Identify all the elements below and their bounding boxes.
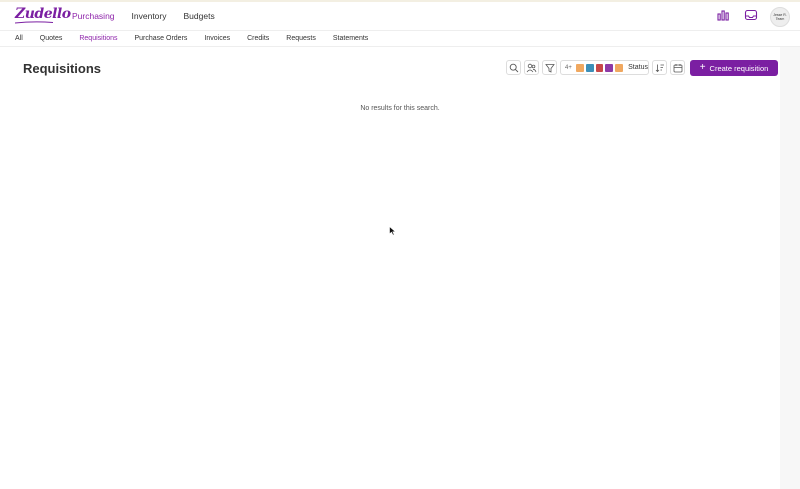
tab-all[interactable]: All [15,35,23,42]
create-requisition-button[interactable]: + Create requisition [690,60,778,76]
search-button[interactable] [506,60,521,75]
calendar-icon [673,63,682,72]
tab-quotes[interactable]: Quotes [40,35,63,42]
empty-results-message: No results for this search. [360,105,440,112]
status-swatch [595,63,604,72]
tab-requests[interactable]: Requests [286,35,316,42]
logo-swoosh-icon [15,21,53,24]
status-swatch [585,63,594,72]
create-requisition-label: Create requisition [709,63,769,73]
status-swatch [615,63,624,72]
chart-icon[interactable] [716,8,730,22]
main-nav-inventory[interactable]: Inventory [132,11,167,21]
main-nav: Purchasing Inventory Budgets [72,11,215,21]
page-title: Requisitions [23,61,102,76]
status-swatch [575,63,584,72]
plus-icon: + [699,62,706,73]
filter-icon [544,63,555,73]
sub-nav: All Quotes Requisitions Purchase Orders … [0,30,800,47]
main-nav-budgets[interactable]: Budgets [184,11,215,21]
scrollbar-track[interactable] [780,47,800,489]
tab-statements[interactable]: Statements [333,35,368,42]
status-filter[interactable]: 4+ Status [560,60,649,75]
avatar[interactable]: Jesse R. Team [770,7,790,27]
top-bar: Zudello Purchasing Inventory Budgets Jes… [0,2,800,30]
users-icon [526,63,537,72]
app-logo[interactable]: Zudello [15,6,71,22]
tab-credits[interactable]: Credits [247,35,269,42]
tab-purchase-orders[interactable]: Purchase Orders [135,35,188,42]
status-filter-count: 4+ [565,64,572,71]
tab-invoices[interactable]: Invoices [204,35,230,42]
inbox-icon[interactable] [744,8,758,22]
users-filter-button[interactable] [524,60,539,75]
filter-button[interactable] [542,60,557,75]
sort-icon [655,64,664,72]
main-nav-purchasing[interactable]: Purchasing [72,11,115,21]
status-filter-label: Status [628,64,648,71]
status-swatch [605,63,614,72]
mouse-cursor-icon [389,226,397,236]
sort-button[interactable] [652,60,667,75]
tab-requisitions[interactable]: Requisitions [79,35,117,42]
search-icon [509,63,518,72]
calendar-button[interactable] [670,60,685,75]
